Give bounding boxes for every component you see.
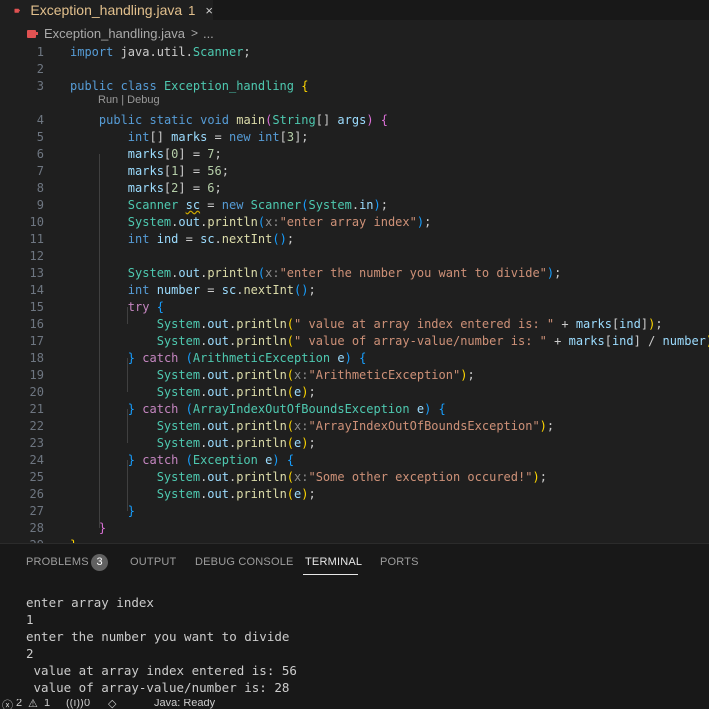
line-number: 18 [29,351,44,365]
line-number: 1 [36,45,44,59]
line-number: 14 [29,283,44,297]
line-number: 20 [29,385,44,399]
status-errors[interactable]: 2 [16,699,22,709]
line-number: 10 [29,215,44,229]
line-number: 17 [29,334,44,348]
code-line: System.out.println(x:"ArrayIndexOutOfBou… [156,419,555,433]
code-line: } [98,521,107,535]
tab-debug-console[interactable]: DEBUG CONSOLE [195,556,294,568]
warning-icon[interactable]: ⚠ [28,699,38,709]
line-number: 6 [36,147,44,161]
line-number: 21 [29,402,44,416]
code-line: System.out.println(x:"ArithmeticExceptio… [156,368,475,382]
line-number: 28 [29,521,44,535]
tab-output[interactable]: OUTPUT [130,556,176,568]
breadcrumb-file[interactable]: Exception_handling.java [44,26,185,41]
line-number: 4 [36,113,44,127]
code-line: int number = sc.nextInt(); [127,283,316,297]
status-warnings[interactable]: 1 [44,699,50,709]
line-number: 15 [29,300,44,314]
line-number: 22 [29,419,44,433]
line-number: 16 [29,317,44,331]
code-line: marks[1] = 56; [127,164,229,178]
code-editor[interactable]: Run | Debug 1 import java.util.Scanner; 2… [0,44,709,543]
line-number: 3 [36,79,44,93]
code-line: System.out.println(e); [156,385,316,399]
code-line: int[] marks = new int[3]; [127,130,309,144]
code-line: marks[0] = 7; [127,147,222,161]
code-line: System.out.println(x:"enter array index"… [127,215,432,229]
code-line: import java.util.Scanner; [70,45,251,59]
close-icon[interactable]: × [205,3,213,18]
active-tab-indicator [303,574,358,575]
line-number: 8 [36,181,44,195]
status-bar: ⓧ 2 ⚠ 1 ((ı)) 0 ◇ Java: Ready [0,699,709,709]
code-line: int ind = sc.nextInt(); [127,232,295,246]
line-number: 11 [29,232,44,246]
line-number: 24 [29,453,44,467]
line-number: 23 [29,436,44,450]
line-number: 19 [29,368,44,382]
code-line: marks[2] = 6; [127,181,222,195]
java-icon: ◇ [108,699,117,709]
error-icon[interactable]: ⓧ [2,699,13,709]
tab-ports[interactable]: PORTS [380,556,419,568]
line-number: 9 [36,198,44,212]
code-line: Scanner sc = new Scanner(System.in); [127,198,388,212]
line-number: 25 [29,470,44,484]
bottom-panel: PROBLEMS 3 OUTPUT DEBUG CONSOLE TERMINAL… [0,543,709,700]
breadcrumb-separator: > [190,26,198,40]
breadcrumb: Exception_handling.java > ... [0,22,709,44]
code-line: } [127,504,136,518]
code-line: public class Exception_handling { [70,79,309,93]
code-line: System.out.println(x:"Some other excepti… [156,470,547,484]
line-number: 5 [36,130,44,144]
java-file-icon [14,8,20,13]
tab-filename: Exception_handling.java [30,2,183,18]
codelens-run-debug[interactable]: Run | Debug [98,94,160,106]
editor-tab-exception-handling[interactable]: Exception_handling.java 1 × [0,0,213,20]
line-number: 27 [29,504,44,518]
terminal-output[interactable]: enter array index 1 enter the number you… [26,594,297,696]
tab-problem-count: 1 [188,2,196,18]
line-number: 7 [36,164,44,178]
terminal-line: 2 [26,646,34,661]
terminal-line: value at array index entered is: 56 [26,663,297,678]
code-line: public static void main(String[] args) { [98,113,389,127]
tab-terminal[interactable]: TERMINAL [305,556,362,568]
terminal-line: enter array index [26,595,154,610]
code-line: System.out.println(" value at array inde… [156,317,663,331]
code-line: System.out.println(x:"enter the number y… [127,266,562,280]
terminal-line: 1 [26,612,34,627]
line-number: 12 [29,249,44,263]
editor-tab-bar: Exception_handling.java 1 × [0,0,709,20]
status-ports[interactable]: 0 [84,699,90,709]
java-file-icon [27,29,38,38]
code-line: try { [127,300,164,314]
code-line: System.out.println(e); [156,436,316,450]
tab-problems[interactable]: PROBLEMS [26,556,89,568]
problems-badge: 3 [91,554,108,571]
line-number: 26 [29,487,44,501]
status-java[interactable]: Java: Ready [154,699,215,709]
terminal-line: value of array-value/number is: 28 [26,680,290,695]
code-line: } catch (ArrayIndexOutOfBoundsException … [127,402,446,416]
code-line: } catch (Exception e) { [127,453,295,467]
terminal-line: enter the number you want to divide [26,629,290,644]
code-line: System.out.println(e); [156,487,316,501]
code-line: System.out.println(" value of array-valu… [156,334,709,348]
broadcast-icon[interactable]: ((ı)) [66,699,84,709]
breadcrumb-more[interactable]: ... [203,26,214,41]
code-line: } catch (ArithmeticException e) { [127,351,367,365]
line-number: 2 [36,62,44,76]
line-number: 13 [29,266,44,280]
